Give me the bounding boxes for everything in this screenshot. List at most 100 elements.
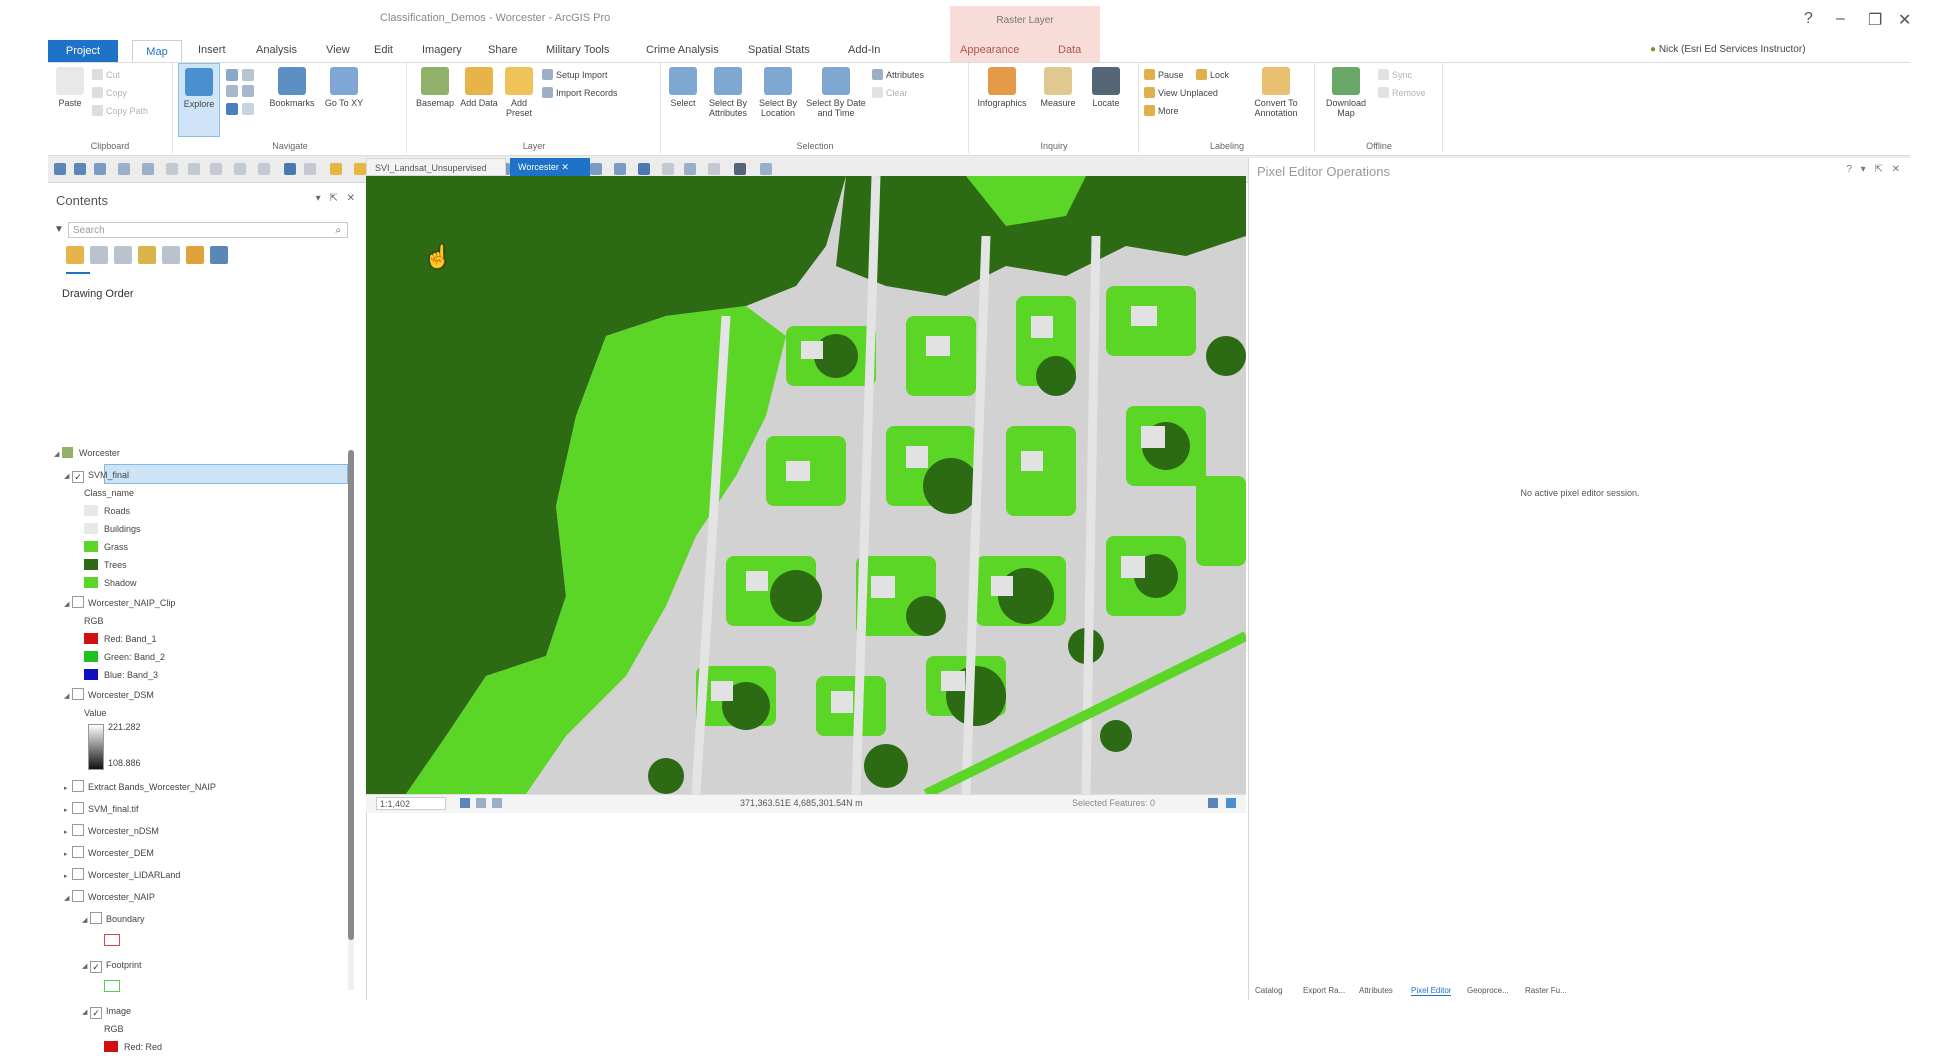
restore-icon[interactable]: ❐: [1868, 10, 1882, 30]
tab-crime-analysis[interactable]: Crime Analysis: [646, 44, 719, 56]
table-icon[interactable]: [1208, 798, 1218, 808]
fixed-zoom-icon[interactable]: [242, 69, 254, 81]
toolbar-icon-6[interactable]: [166, 163, 178, 175]
forward-arrow-icon[interactable]: [242, 103, 254, 115]
measure-button[interactable]: Measure: [1036, 67, 1080, 108]
data-source-icon[interactable]: [90, 246, 108, 264]
remove-button[interactable]: Remove: [1378, 87, 1426, 98]
layer-checkbox[interactable]: [90, 1007, 102, 1019]
tab-map[interactable]: Map: [132, 40, 182, 63]
layer-row-naip-clip[interactable]: ◢ Worcester_NAIP_Clip: [64, 594, 175, 612]
tab-imagery[interactable]: Imagery: [422, 44, 462, 56]
locate-button[interactable]: Locate: [1084, 67, 1128, 108]
toolbar-icon-7[interactable]: [188, 163, 200, 175]
layer-row-svm-final[interactable]: ◢SVM_final: [64, 466, 129, 484]
layer-checkbox[interactable]: [72, 868, 84, 880]
add-preset-button[interactable]: Add Preset: [500, 67, 538, 118]
layer-row-extract-bands[interactable]: ▸ Extract Bands_Worcester_NAIP: [64, 778, 216, 796]
zoom-layer-icon[interactable]: [242, 85, 254, 97]
editing-view-icon[interactable]: [138, 246, 156, 264]
layer-row-image[interactable]: ◢Image: [82, 1002, 131, 1020]
undo-icon[interactable]: [284, 163, 296, 175]
map-canvas[interactable]: ☝: [366, 176, 1246, 794]
redo-icon[interactable]: [304, 163, 316, 175]
tab-data[interactable]: Data: [1058, 44, 1081, 56]
refresh-icon[interactable]: [1226, 798, 1236, 808]
perspective-view-icon[interactable]: [210, 246, 228, 264]
tab-appearance[interactable]: Appearance: [960, 44, 1019, 56]
import-records-button[interactable]: Import Records: [542, 87, 618, 98]
pause-labels-button[interactable]: Pause: [1144, 69, 1184, 80]
layer-checkbox[interactable]: [72, 802, 84, 814]
clear-selection-button[interactable]: Clear: [872, 87, 908, 98]
tab-military-tools[interactable]: Military Tools: [546, 44, 609, 56]
minimize-icon[interactable]: –: [1836, 10, 1845, 28]
full-extent-icon[interactable]: [226, 69, 238, 81]
zoom-grid-icon[interactable]: [226, 85, 238, 97]
layer-checkbox[interactable]: [72, 688, 84, 700]
lock-labels-button[interactable]: Lock: [1196, 69, 1229, 80]
layer-row-dem[interactable]: ▸ Worcester_DEM: [64, 844, 154, 862]
back-arrow-icon[interactable]: [226, 103, 238, 115]
select-by-location-button[interactable]: Select By Location: [754, 67, 802, 118]
toolbar-icon-8[interactable]: [210, 163, 222, 175]
layer-checkbox[interactable]: [72, 780, 84, 792]
tab-catalog[interactable]: Catalog: [1255, 986, 1283, 995]
scrollbar-thumb[interactable]: [348, 450, 354, 940]
copy-path-button[interactable]: Copy Path: [92, 105, 148, 116]
layer-row-lidar[interactable]: ▸ Worcester_LIDARLand: [64, 866, 180, 884]
basemap-button[interactable]: Basemap: [412, 67, 458, 108]
map-tab-worcester[interactable]: Worcester ✕: [510, 158, 590, 176]
close-tab-icon[interactable]: ✕: [561, 162, 569, 172]
layer-row-footprint[interactable]: ◢Footprint: [82, 956, 142, 974]
layer-row-naip[interactable]: ◢ Worcester_NAIP: [64, 888, 155, 906]
layer-row-boundary[interactable]: ◢ Boundary: [82, 910, 145, 928]
help-icon[interactable]: ?: [1804, 10, 1813, 28]
download-map-button[interactable]: Download Map: [1320, 67, 1372, 118]
tab-raster-functions[interactable]: Raster Fu...: [1525, 986, 1567, 995]
tab-add-in[interactable]: Add-In: [848, 44, 880, 56]
toolbar-icon-1[interactable]: [54, 163, 66, 175]
tab-export-raster[interactable]: Export Ra...: [1303, 986, 1345, 995]
setup-import-button[interactable]: Setup Import: [542, 69, 608, 80]
layer-checkbox[interactable]: [72, 890, 84, 902]
pause-draw-icon[interactable]: [492, 798, 502, 808]
contents-scrollbar[interactable]: [348, 450, 354, 990]
layer-row-worcester-map[interactable]: ◢ Worcester: [54, 444, 120, 462]
toolbar-icon-3[interactable]: [94, 163, 106, 175]
view-unplaced-button[interactable]: View Unplaced: [1144, 87, 1218, 98]
edit-vertices-icon[interactable]: [330, 163, 342, 175]
close-icon[interactable]: ✕: [1898, 10, 1911, 30]
toolbar-icon-2[interactable]: [74, 163, 86, 175]
rotate-icon[interactable]: [476, 798, 486, 808]
scale-selector[interactable]: 1:1,402: [376, 797, 446, 810]
attributes-button[interactable]: Attributes: [872, 69, 924, 80]
tab-edit[interactable]: Edit: [374, 44, 393, 56]
contents-search-input[interactable]: Search ⌕: [68, 222, 348, 238]
tab-share[interactable]: Share: [488, 44, 517, 56]
layer-checkbox[interactable]: [72, 846, 84, 858]
tab-insert[interactable]: Insert: [198, 44, 226, 56]
layer-checkbox[interactable]: [72, 471, 84, 483]
bookmarks-button[interactable]: Bookmarks: [264, 67, 320, 108]
grid-icon[interactable]: [460, 798, 470, 808]
explore-button[interactable]: Explore: [178, 63, 220, 137]
go-to-xy-button[interactable]: Go To XY: [324, 67, 364, 108]
infographics-button[interactable]: Infographics: [972, 67, 1032, 108]
layer-checkbox[interactable]: [72, 824, 84, 836]
tab-pixel-editor[interactable]: Pixel Editor: [1411, 986, 1452, 996]
tab-project[interactable]: Project: [48, 40, 118, 62]
pane-controls[interactable]: ▾ ⇱ ✕: [316, 193, 358, 204]
selection-view-icon[interactable]: [114, 246, 132, 264]
layer-row-svm-tif[interactable]: ▸ SVM_final.tif: [64, 800, 139, 818]
filter-icon[interactable]: ▼: [54, 224, 64, 235]
snapping-view-icon[interactable]: [162, 246, 180, 264]
drawing-order-icon[interactable]: [66, 246, 84, 264]
layer-checkbox[interactable]: [90, 912, 102, 924]
select-button[interactable]: Select: [664, 67, 702, 108]
convert-annotation-button[interactable]: Convert To Annotation: [1244, 67, 1308, 118]
toolbar-icon-4[interactable]: [118, 163, 130, 175]
tab-view[interactable]: View: [326, 44, 350, 56]
user-account[interactable]: ● Nick (Esri Ed Services Instructor): [1650, 44, 1806, 55]
pane-controls[interactable]: ? ▾ ⇱ ✕: [1846, 164, 1903, 175]
